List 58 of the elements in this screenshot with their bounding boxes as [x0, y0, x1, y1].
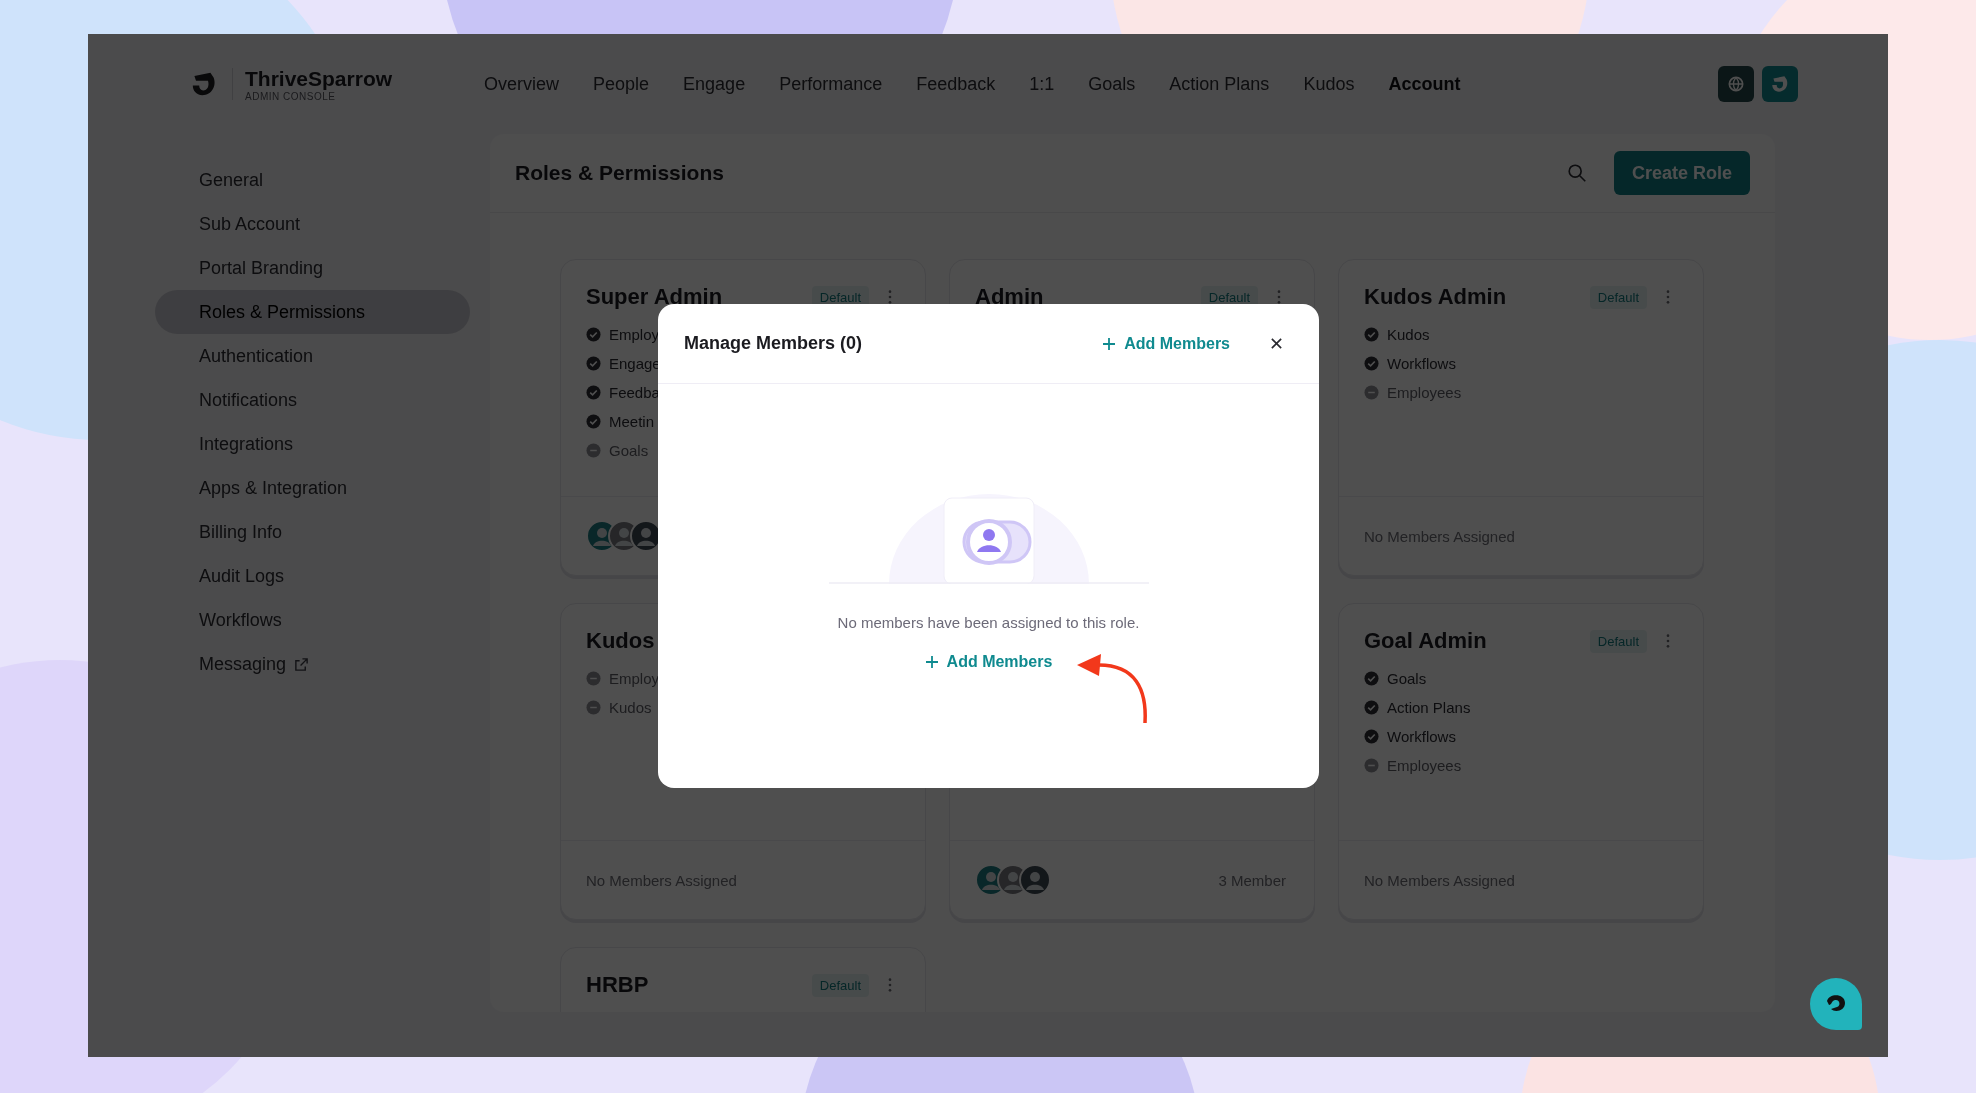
permission-label: Engage — [609, 355, 661, 372]
default-badge: Default — [1589, 285, 1647, 309]
permission-label: Workflows — [1387, 728, 1456, 745]
panel-title: Roles & Permissions — [515, 161, 724, 185]
permission-label: Goals — [1387, 670, 1427, 687]
sidebar-item[interactable]: General — [155, 158, 470, 202]
role-title: Admin — [975, 284, 1044, 310]
nav-tab[interactable]: Performance — [779, 73, 883, 95]
permission-label: Action Plans — [1387, 699, 1471, 716]
sidebar-item[interactable]: Integrations — [155, 422, 470, 466]
add-members-link[interactable]: Add Members — [1102, 334, 1230, 353]
role-title: Kudos Admin — [1364, 284, 1507, 310]
close-icon[interactable] — [1270, 337, 1283, 350]
sidebar-item[interactable]: Messaging — [155, 642, 470, 686]
role-title: Kudos — [586, 628, 655, 654]
nav-tab[interactable]: Overview — [484, 73, 559, 95]
role-title: Super Admin — [586, 284, 723, 310]
chat-button[interactable] — [1810, 978, 1862, 1030]
nav-tab[interactable]: Account — [1388, 73, 1461, 95]
sidebar-item[interactable]: Portal Branding — [155, 246, 470, 290]
sidebar-item[interactable]: Notifications — [155, 378, 470, 422]
search-icon[interactable] — [1565, 162, 1588, 184]
permission-label: Kudos — [1387, 326, 1430, 343]
permission-label: Employ — [609, 326, 660, 343]
brand-name: ThriveSparrow — [245, 66, 393, 91]
sidebar-item[interactable]: Apps & Integration — [155, 466, 470, 510]
permission-label: Feedba — [609, 384, 660, 401]
avatar-icon — [1019, 864, 1051, 896]
nav-tab[interactable]: Kudos — [1303, 73, 1355, 95]
annotation-arrow — [1076, 654, 1147, 724]
nav-tab[interactable]: 1:1 — [1029, 73, 1055, 95]
sidebar-item[interactable]: Sub Account — [155, 202, 470, 246]
default-badge: Default — [1589, 629, 1647, 653]
sidebar-item[interactable]: Billing Info — [155, 510, 470, 554]
dialog-title: Manage Members (0) — [684, 333, 863, 354]
plus-icon — [924, 655, 939, 669]
logo-icon[interactable] — [1762, 66, 1798, 102]
empty-message: No members have been assigned to this role. — [837, 614, 1140, 631]
nav-tab[interactable]: People — [593, 73, 650, 95]
plus-icon — [1102, 336, 1117, 351]
permission-label: Workflows — [1387, 355, 1456, 372]
sidebar-item[interactable]: Audit Logs — [155, 554, 470, 598]
more-menu-icon[interactable] — [887, 289, 893, 305]
more-menu-icon[interactable] — [1276, 289, 1282, 305]
sidebar-item[interactable]: Workflows — [155, 598, 470, 642]
nav-tab[interactable]: Engage — [683, 73, 746, 95]
create-role-button[interactable]: Create Role — [1613, 151, 1750, 195]
permission-label: Meetin — [609, 413, 655, 430]
sidebar-item[interactable]: Roles & Permissions — [155, 290, 470, 334]
default-badge: Default — [811, 973, 869, 997]
nav-tab[interactable]: Goals — [1088, 73, 1136, 95]
globe-icon[interactable] — [1718, 66, 1754, 102]
nav-tab[interactable]: Action Plans — [1169, 73, 1270, 95]
add-members-link[interactable]: Add Members — [924, 653, 1053, 671]
sidebar-item[interactable]: Authentication — [155, 334, 470, 378]
role-title: Goal Admin — [1364, 628, 1487, 654]
role-title: HRBP — [586, 972, 649, 998]
nav-tab[interactable]: Feedback — [916, 73, 996, 95]
